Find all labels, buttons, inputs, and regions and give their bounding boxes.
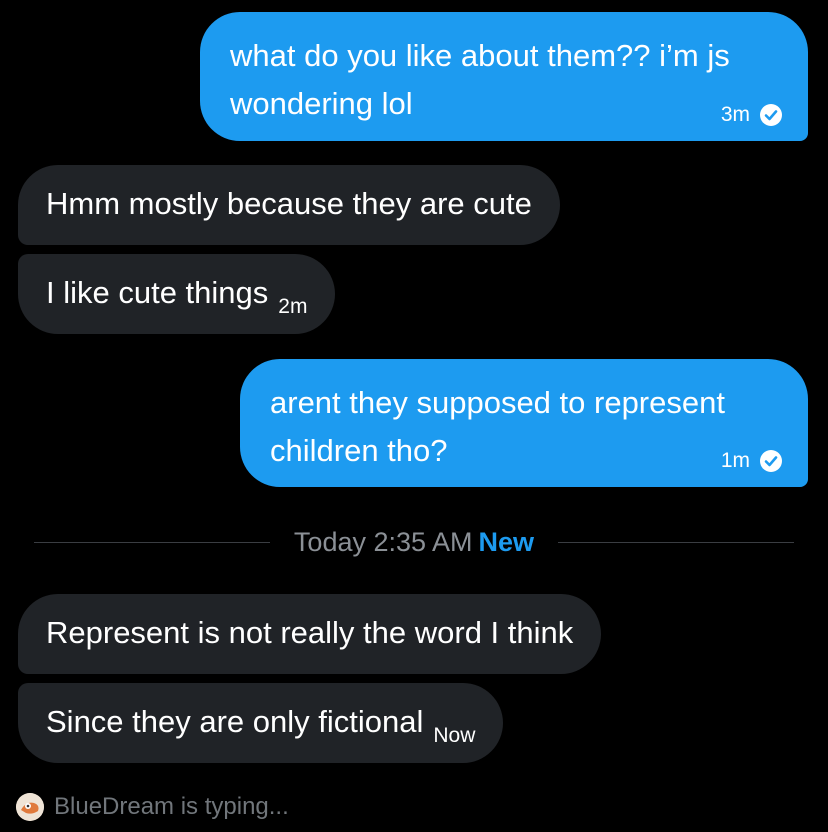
check-circle-icon xyxy=(760,450,782,472)
divider-label: Today 2:35 AM New xyxy=(294,527,534,558)
message-text: Since they are only fictional xyxy=(46,704,424,739)
message-sent[interactable]: what do you like about them?? i’m js won… xyxy=(200,12,808,141)
message-received[interactable]: I like cute things 2m xyxy=(18,254,336,334)
message-time: Now xyxy=(433,724,476,747)
message-text: Represent is not really the word I think xyxy=(46,615,574,650)
message-received[interactable]: Represent is not really the word I think xyxy=(18,594,602,674)
typing-text: BlueDream is typing... xyxy=(54,793,289,820)
message-text: Hmm mostly because they are cute xyxy=(46,186,532,221)
check-circle-icon xyxy=(760,104,782,126)
typing-indicator: BlueDream is typing... xyxy=(16,788,289,826)
message-received[interactable]: Hmm mostly because they are cute xyxy=(18,165,560,245)
message-time: 2m xyxy=(278,295,308,318)
message-meta: 1m xyxy=(721,449,782,473)
message-time: 3m xyxy=(720,103,750,126)
user-avatar-icon[interactable] xyxy=(16,793,44,821)
divider-timestamp: Today 2:35 AM xyxy=(293,526,473,557)
new-badge: New xyxy=(478,526,535,557)
message-meta: 3m xyxy=(721,103,782,127)
message-time: 1m xyxy=(720,449,750,472)
divider-line xyxy=(34,541,270,543)
message-received[interactable]: Since they are only fictional Now xyxy=(18,683,504,763)
divider-line xyxy=(558,541,794,543)
message-text: I like cute things xyxy=(46,275,269,310)
message-text: arent they supposed to represent childre… xyxy=(270,385,725,468)
message-text: what do you like about them?? i’m js won… xyxy=(230,38,730,121)
message-sent[interactable]: arent they supposed to represent childre… xyxy=(240,359,808,487)
new-messages-divider: Today 2:35 AM New xyxy=(34,520,794,564)
